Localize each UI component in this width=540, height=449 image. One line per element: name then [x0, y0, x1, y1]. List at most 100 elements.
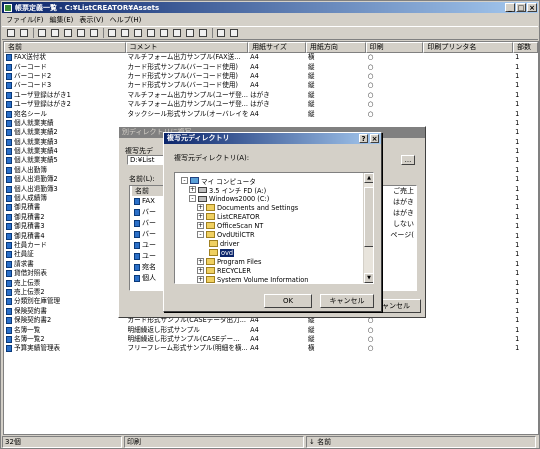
minimize-button[interactable]: _: [505, 3, 515, 12]
close-button[interactable]: ×: [527, 3, 537, 12]
maximize-button[interactable]: □: [516, 3, 526, 12]
row-name-label: 御見積書4: [14, 231, 45, 240]
tree-node[interactable]: + OfficeScan NT: [197, 221, 263, 230]
collapse-icon[interactable]: -: [197, 231, 204, 238]
tree-node[interactable]: + Program Files: [197, 257, 261, 266]
row-copies: 1: [515, 137, 520, 146]
expand-icon[interactable]: +: [197, 213, 204, 220]
form-file-icon: [6, 298, 12, 306]
list-item-label: 個人: [142, 274, 156, 282]
detail-item: しない: [393, 220, 414, 228]
table-row[interactable]: ユーザ登録はがき1 マルチフォーム出力サンプル(ユーザ登... はがき 縦 ○ 1: [4, 91, 538, 100]
dest-dir-field[interactable]: D:¥List: [127, 155, 167, 165]
browse-button[interactable]: ...: [401, 155, 415, 165]
table-row[interactable]: ユーザ登録はがき2 マルチフォーム出力サンプル(ユーザ登... はがき 縦 ○ 1: [4, 100, 538, 109]
row-copies: 1: [515, 222, 520, 231]
filter-icon[interactable]: [171, 28, 183, 39]
tree-node[interactable]: - Windows2000 (C:): [189, 194, 269, 203]
menu-help[interactable]: ヘルプ(H): [110, 15, 142, 25]
row-name: FAX送付状: [4, 53, 126, 62]
table-row[interactable]: バーコード2 カード形式サンプル(バーコード使用) A4 縦 ○ 1: [4, 72, 538, 81]
folder-icon: [206, 231, 215, 238]
row-name: 貸借対照表: [4, 269, 126, 278]
collapse-icon[interactable]: -: [181, 177, 188, 184]
row-name: 御見積書: [4, 203, 126, 212]
expand-icon[interactable]: +: [197, 222, 204, 229]
column-header-name[interactable]: 名前: [4, 42, 126, 53]
computer-icon: [190, 177, 199, 184]
name-label: 名前(L):: [129, 175, 155, 183]
tree-node[interactable]: + ListCREATOR: [197, 212, 260, 221]
properties-icon[interactable]: [197, 28, 209, 39]
tree-node[interactable]: +3.5 インチ FD (A:): [189, 185, 266, 195]
table-row[interactable]: FAX送付状 マルチフォーム出力サンプル(FAX送... A4 横 ○ 1: [4, 53, 538, 62]
row-copies: 1: [515, 165, 520, 174]
tool-icon[interactable]: [215, 28, 227, 39]
form-file-icon: [134, 209, 140, 216]
table-row[interactable]: 名簿一覧2 明細繰返し形式サンプル(CASEデー... A4 縦 ○ 1: [4, 335, 538, 344]
tree-node[interactable]: + Documents and Settings: [197, 203, 298, 212]
expand-icon[interactable]: +: [197, 276, 204, 283]
form-file-icon: [6, 157, 12, 165]
tree-node[interactable]: + RECYCLER: [197, 266, 251, 275]
detail-item: はがき: [393, 209, 414, 217]
table-row[interactable]: バーコード カード形式サンプル(バーコード使用) A4 縦 ○ 1: [4, 62, 538, 71]
row-name-label: 名簿一覧: [14, 325, 41, 334]
copy-dir-icon[interactable]: [62, 28, 74, 39]
expand-icon[interactable]: +: [197, 267, 204, 274]
row-paper-size: A4: [250, 71, 259, 80]
row-print: ○: [367, 53, 374, 62]
help-button[interactable]: ?: [359, 134, 368, 143]
detail-list[interactable]: ご売上 はがき はがき しない ページ(: [377, 185, 417, 291]
menu-file[interactable]: ファイル(F): [6, 15, 44, 25]
open-icon[interactable]: [18, 28, 30, 39]
scroll-up-icon[interactable]: ▲: [364, 173, 373, 183]
menu-view[interactable]: 表示(V): [79, 15, 103, 25]
scroll-down-icon[interactable]: ▼: [364, 273, 373, 283]
details-view-icon[interactable]: [145, 28, 157, 39]
delete-icon[interactable]: [49, 28, 61, 39]
scroll-thumb[interactable]: [364, 187, 373, 247]
small-icons-icon[interactable]: [119, 28, 131, 39]
copy-icon[interactable]: [36, 28, 48, 39]
table-row[interactable]: 予算実績管理表 フリーフレーム形式サンプル(明細を横... A4 横 ○ 1: [4, 344, 538, 353]
cancel-button[interactable]: キャンセル: [320, 294, 374, 308]
table-row[interactable]: バーコード3 カード形式サンプル(バーコード使用) A4 縦 ○ 1: [4, 81, 538, 90]
column-header-print[interactable]: 印刷: [365, 42, 424, 53]
row-copies: 1: [515, 194, 520, 203]
help-icon[interactable]: [228, 28, 240, 39]
folder-icon: [206, 267, 215, 274]
print-icon[interactable]: [88, 28, 100, 39]
tree-node-label: RECYCLER: [217, 266, 251, 275]
table-row[interactable]: 名簿一覧 明細繰返し形式サンプル A4 縦 ○ 1: [4, 325, 538, 334]
column-header-comment[interactable]: コメント: [125, 42, 249, 53]
move-icon[interactable]: [75, 28, 87, 39]
tree-node[interactable]: ovd: [209, 248, 235, 257]
dir-tree[interactable]: - マイ コンピュータ +3.5 インチ FD (A:) - Windows2000 (…: [174, 172, 374, 284]
list-view-icon[interactable]: [132, 28, 144, 39]
row-name-label: 個人就業実績: [14, 118, 54, 127]
ok-button[interactable]: OK: [264, 294, 312, 308]
new-icon[interactable]: [5, 28, 17, 39]
row-name: 宛名シール: [4, 110, 126, 119]
collapse-icon[interactable]: -: [189, 195, 196, 202]
refresh-icon[interactable]: [184, 28, 196, 39]
column-header-copies[interactable]: 部数: [513, 42, 538, 53]
dialog-close-button[interactable]: ×: [370, 134, 379, 143]
tree-node[interactable]: driver: [209, 239, 239, 248]
expand-icon[interactable]: +: [189, 186, 196, 193]
row-print: ○: [367, 109, 374, 118]
column-header-printer[interactable]: 印刷プリンタ名: [423, 42, 514, 53]
expand-icon[interactable]: +: [197, 204, 204, 211]
expand-icon[interactable]: +: [197, 258, 204, 265]
menu-edit[interactable]: 編集(E): [50, 15, 74, 25]
tree-node[interactable]: + System Volume Information: [197, 275, 308, 283]
tree-node[interactable]: - OvdUtilCTR: [197, 230, 255, 239]
large-icons-icon[interactable]: [106, 28, 118, 39]
row-name-label: 売上伝票2: [14, 287, 45, 296]
column-header-paper-size[interactable]: 用紙サイズ: [248, 42, 306, 53]
table-row[interactable]: 宛名シール タックシール形式サンプル(オーバレイを... A4 縦 ○ 1: [4, 109, 538, 118]
tree-scrollbar[interactable]: ▲ ▼: [363, 173, 373, 283]
column-header-orientation[interactable]: 用紙方向: [305, 42, 366, 53]
sort-icon[interactable]: [158, 28, 170, 39]
